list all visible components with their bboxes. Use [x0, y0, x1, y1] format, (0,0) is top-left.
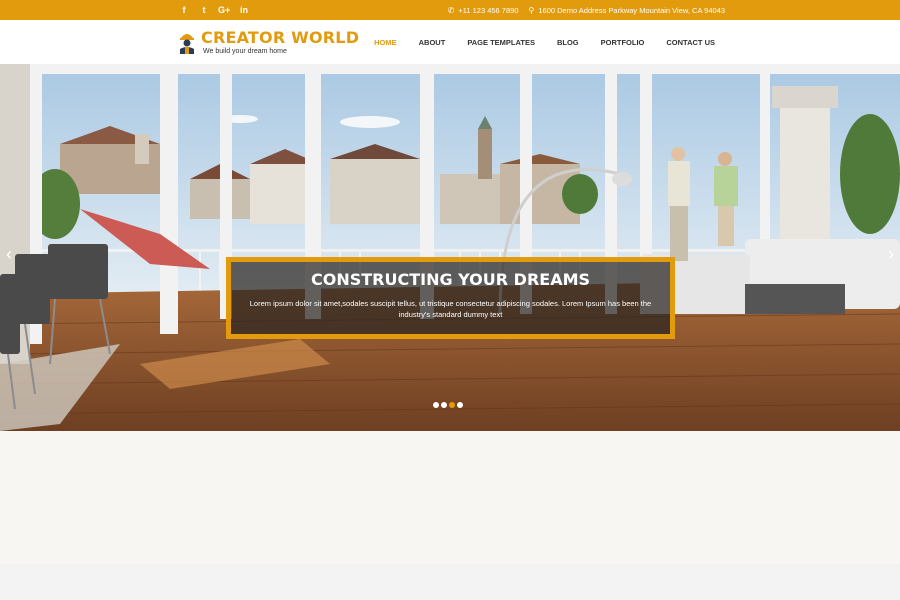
address-text: 1600 Demo Address Parkway Mountain View,… — [538, 5, 725, 15]
nav-page-templates[interactable]: PAGE TEMPLATES — [467, 38, 535, 47]
slider-dot[interactable] — [441, 402, 447, 408]
slider-caption: CONSTRUCTING YOUR DREAMS Lorem ipsum dol… — [226, 257, 675, 339]
nav-portfolio[interactable]: PORTFOLIO — [601, 38, 645, 47]
caption-title: CONSTRUCTING YOUR DREAMS — [310, 270, 591, 289]
caption-text: Lorem ipsum dolor sit amet,sodales susci… — [249, 299, 652, 319]
map-marker-icon: ⚲ — [528, 5, 535, 15]
hero-slider: ‹ › CONSTRUCTING YOUR DREAMS Lorem ipsum… — [0, 64, 900, 431]
google-plus-icon[interactable]: G+ — [218, 4, 230, 16]
slider-image — [0, 64, 900, 431]
address-info: ⚲ 1600 Demo Address Parkway Mountain Vie… — [529, 6, 726, 15]
slider-dot[interactable] — [457, 402, 463, 408]
logo-title: CREATOR WORLD — [201, 27, 360, 47]
twitter-icon[interactable]: t — [198, 4, 210, 16]
worker-logo-icon — [180, 34, 194, 54]
site-header: CREATOR WORLD We build your dream home H… — [0, 20, 900, 64]
nav-contact-us[interactable]: CONTACT US — [666, 38, 715, 47]
content-area — [0, 431, 900, 600]
facebook-icon[interactable]: f — [178, 4, 190, 16]
slider-dot-active[interactable] — [449, 402, 455, 408]
contact-info: ✆ +11 123 456 7890 ⚲ 1600 Demo Address P… — [438, 0, 725, 20]
social-links: f t G+ in — [178, 0, 258, 20]
phone-icon: ✆ — [447, 5, 455, 15]
site-logo[interactable]: CREATOR WORLD We build your dream home — [178, 26, 359, 58]
slider-pagination — [433, 402, 465, 408]
phone-number: +11 123 456 7890 — [458, 5, 519, 15]
top-bar: f t G+ in ✆ +11 123 456 7890 ⚲ 1600 Demo… — [0, 0, 900, 20]
logo-tagline: We build your dream home — [203, 47, 287, 55]
nav-about[interactable]: ABOUT — [419, 38, 446, 47]
slider-next-arrow[interactable]: › — [884, 244, 898, 264]
section-divider — [0, 564, 900, 600]
slider-dot[interactable] — [433, 402, 439, 408]
slider-prev-arrow[interactable]: ‹ — [2, 244, 16, 264]
linkedin-icon[interactable]: in — [238, 4, 250, 16]
main-nav: HOME ABOUT PAGE TEMPLATES BLOG PORTFOLIO… — [352, 20, 715, 64]
phone-info: ✆ +11 123 456 7890 — [448, 6, 519, 15]
nav-blog[interactable]: BLOG — [557, 38, 579, 47]
nav-home[interactable]: HOME — [374, 38, 397, 47]
